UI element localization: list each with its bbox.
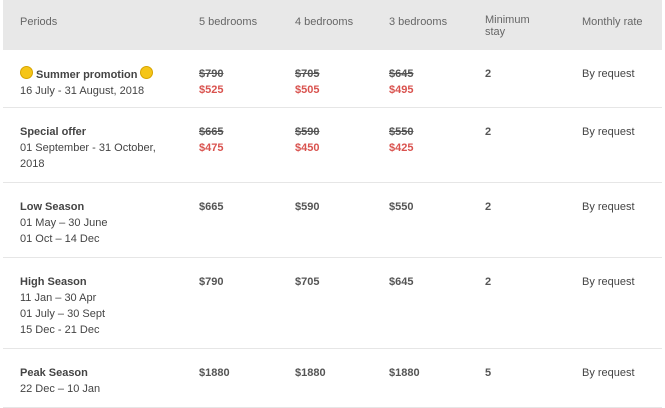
header-4-bedrooms: 4 bedrooms: [295, 16, 354, 28]
period-cell: Low Season 01 May – 30 June 01 Oct – 14 …: [20, 199, 180, 247]
period-cell: Summer promotion 16 July - 31 August, 20…: [20, 66, 180, 99]
table-row: High Season 11 Jan – 30 Apr 01 July – 30…: [3, 258, 662, 349]
price-4-bedrooms: $1880: [295, 367, 326, 379]
price-3-bedrooms: $645 $495: [389, 66, 413, 98]
header-5-bedrooms: 5 bedrooms: [199, 16, 258, 28]
sun-icon: [140, 66, 154, 79]
price-5-bedrooms: $790: [199, 276, 224, 288]
price-3-bedrooms: $1880: [389, 367, 420, 379]
minimum-stay: 2: [485, 68, 492, 80]
period-dates: 16 July - 31 August, 2018: [20, 85, 145, 97]
minimum-stay: 2: [485, 126, 492, 138]
period-cell: High Season 11 Jan – 30 Apr 01 July – 30…: [20, 274, 180, 338]
price-5-bedrooms: $1880: [199, 367, 230, 379]
period-title: High Season: [20, 276, 87, 288]
table-row: Special offer 01 September - 31 October,…: [3, 108, 662, 183]
table-header: Periods 5 bedrooms 4 bedrooms 3 bedrooms…: [3, 0, 662, 50]
period-title: Special offer: [20, 126, 87, 138]
price-5-bedrooms: $790 $525: [199, 66, 223, 98]
table-row: Low Season 01 May – 30 June 01 Oct – 14 …: [3, 183, 662, 258]
header-periods: Periods: [20, 16, 58, 28]
rates-table: Periods 5 bedrooms 4 bedrooms 3 bedrooms…: [3, 0, 662, 408]
old-price: $645: [389, 68, 414, 80]
period-cell: Special offer 01 September - 31 October,…: [20, 124, 180, 172]
period-title: Low Season: [20, 201, 85, 213]
header-3-bedrooms: 3 bedrooms: [389, 16, 448, 28]
header-monthly-rate: Monthly rate: [582, 16, 643, 28]
period-dates: 01 September - 31 October,: [20, 142, 156, 154]
price-3-bedrooms: $550 $425: [389, 124, 413, 156]
old-price: $550: [389, 126, 414, 138]
promo-price: $495: [389, 84, 414, 96]
period-dates: 15 Dec - 21 Dec: [20, 324, 100, 336]
price-4-bedrooms: $705 $505: [295, 66, 319, 98]
period-title: Peak Season: [20, 367, 88, 379]
monthly-rate: By request: [582, 276, 635, 288]
period-dates: 11 Jan – 30 Apr: [20, 292, 97, 304]
sun-icon: [20, 66, 33, 79]
old-price: $665: [199, 126, 224, 138]
monthly-rate: By request: [582, 68, 635, 80]
header-minimum-stay: Minimum stay: [485, 14, 530, 38]
period-cell: Peak Season 22 Dec – 10 Jan: [20, 365, 180, 397]
old-price: $790: [199, 68, 224, 80]
table-row: Peak Season 22 Dec – 10 Jan $1880 $1880 …: [3, 349, 662, 408]
minimum-stay: 2: [485, 276, 492, 288]
table-row: Summer promotion 16 July - 31 August, 20…: [3, 50, 662, 108]
price-3-bedrooms: $645: [389, 276, 414, 288]
price-5-bedrooms: $665: [199, 201, 224, 213]
price-4-bedrooms: $590: [295, 201, 320, 213]
price-4-bedrooms: $705: [295, 276, 320, 288]
minimum-stay: 5: [485, 367, 492, 379]
price-4-bedrooms: $590 $450: [295, 124, 319, 156]
price-5-bedrooms: $665 $475: [199, 124, 223, 156]
promo-price: $505: [295, 84, 320, 96]
minimum-stay: 2: [485, 201, 492, 213]
monthly-rate: By request: [582, 201, 635, 213]
promo-price: $475: [199, 142, 224, 154]
promo-price: $450: [295, 142, 320, 154]
period-dates: 01 Oct – 14 Dec: [20, 233, 100, 245]
header-minimum-stay-line2: stay: [485, 26, 506, 38]
period-dates: 01 May – 30 June: [20, 217, 108, 229]
old-price: $590: [295, 126, 320, 138]
price-3-bedrooms: $550: [389, 201, 414, 213]
period-title-text: Summer promotion: [36, 69, 138, 81]
period-dates: 22 Dec – 10 Jan: [20, 383, 101, 395]
period-dates: 2018: [20, 158, 45, 170]
monthly-rate: By request: [582, 126, 635, 138]
period-dates: 01 July – 30 Sept: [20, 308, 106, 320]
period-title: Summer promotion: [20, 66, 180, 83]
promo-price: $425: [389, 142, 414, 154]
promo-price: $525: [199, 84, 224, 96]
old-price: $705: [295, 68, 320, 80]
header-minimum-stay-line1: Minimum: [485, 14, 530, 26]
monthly-rate: By request: [582, 367, 635, 379]
